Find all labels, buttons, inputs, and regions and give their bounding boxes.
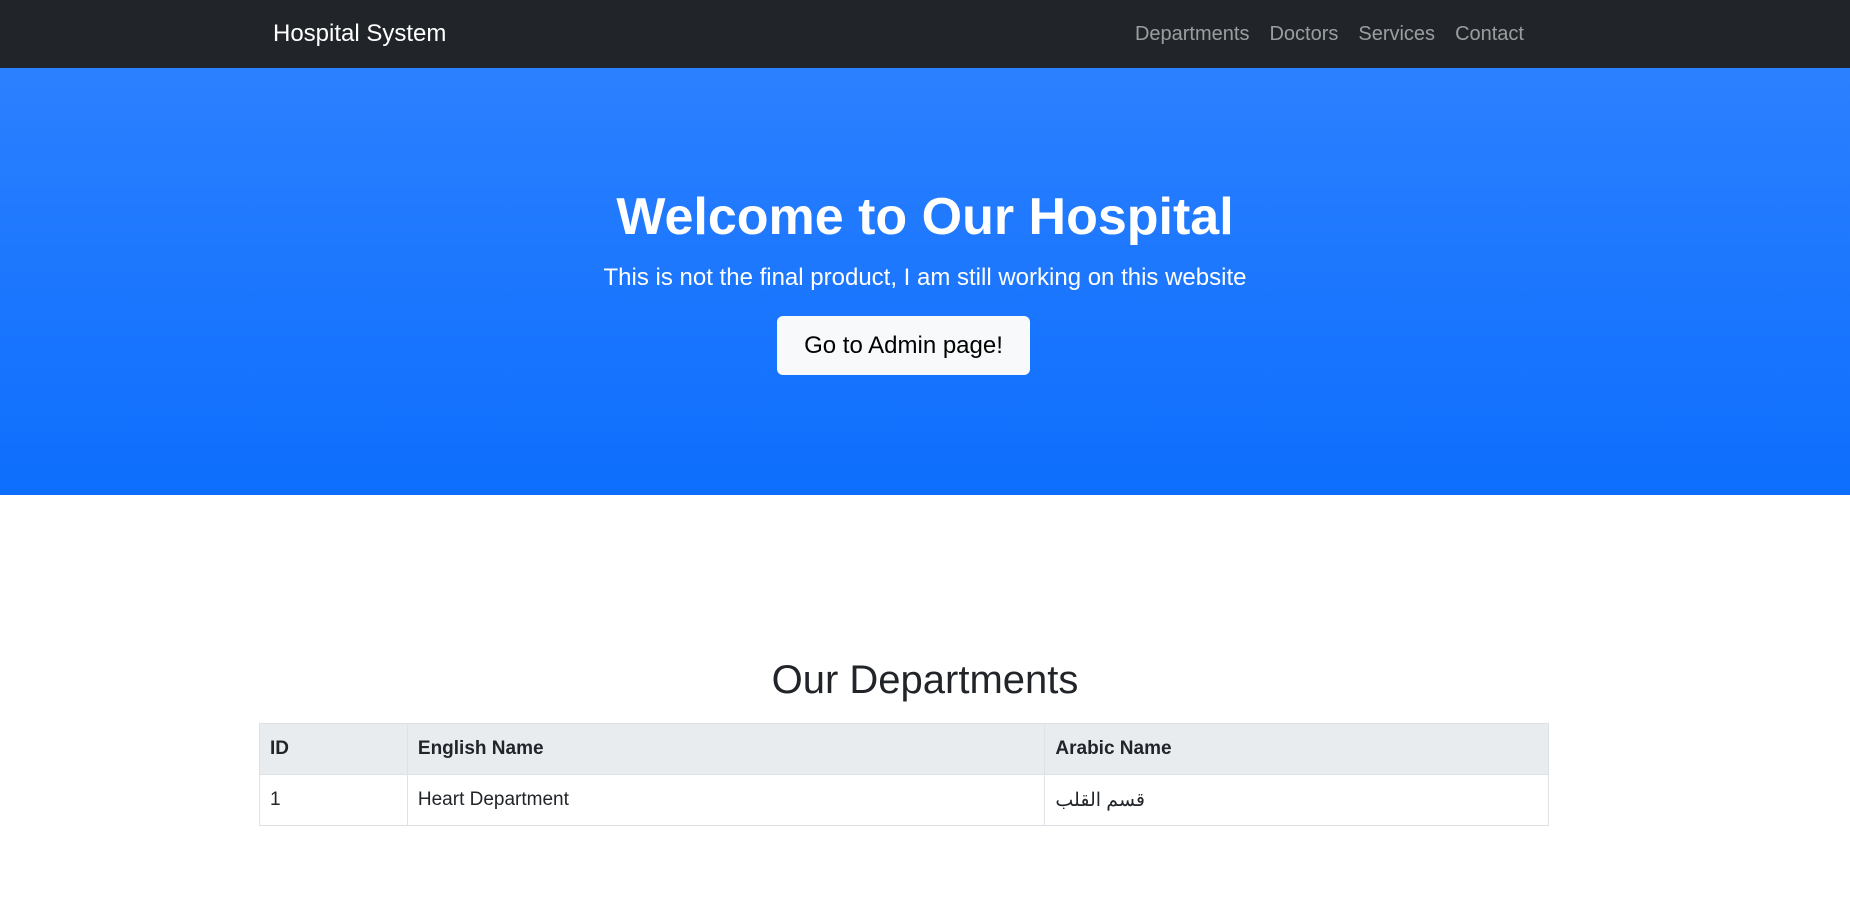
departments-table: ID English Name Arabic Name 1 Heart Depa… <box>259 723 1549 826</box>
navbar: Hospital System Departments Doctors Serv… <box>0 0 1850 68</box>
cell-english-name: Heart Department <box>406 774 1046 826</box>
table-header-row: ID English Name Arabic Name <box>259 723 1549 775</box>
header-english-name: English Name <box>406 723 1046 775</box>
cell-id: 1 <box>259 774 408 826</box>
nav-links: Departments Doctors Services Contact <box>1135 19 1524 49</box>
departments-title: Our Departments <box>771 658 1079 702</box>
hero-banner: Welcome to Our Hospital This is not the … <box>0 68 1850 495</box>
admin-page-button[interactable]: Go to Admin page! <box>777 316 1030 375</box>
brand-link[interactable]: Hospital System <box>273 17 446 51</box>
hero-subtitle: This is not the final product, I am stil… <box>603 264 1247 291</box>
nav-link-doctors[interactable]: Doctors <box>1269 19 1338 49</box>
header-id: ID <box>259 723 408 775</box>
hero-title: Welcome to Our Hospital <box>616 188 1234 246</box>
header-arabic-name: Arabic Name <box>1044 723 1549 775</box>
nav-link-departments[interactable]: Departments <box>1135 19 1250 49</box>
table-row: 1 Heart Department قسم القلب <box>259 774 1549 826</box>
cell-arabic-name: قسم القلب <box>1044 774 1549 826</box>
nav-link-services[interactable]: Services <box>1358 19 1435 49</box>
nav-link-contact[interactable]: Contact <box>1455 19 1524 49</box>
